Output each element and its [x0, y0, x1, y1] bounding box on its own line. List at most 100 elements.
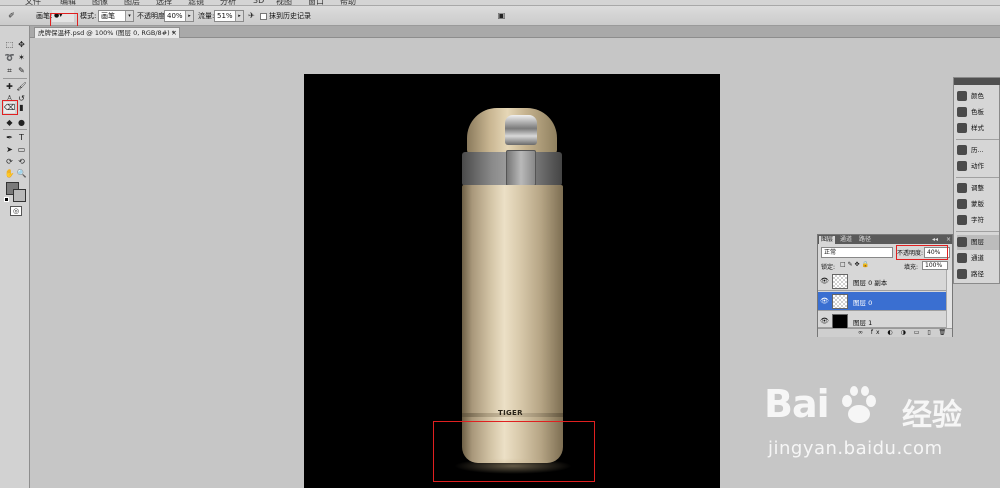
- chevron-down-icon: ▾: [125, 11, 133, 21]
- tab-channels[interactable]: 通道: [838, 236, 854, 244]
- gradient-tool-icon[interactable]: ▮: [16, 102, 27, 113]
- eye-icon[interactable]: 👁: [820, 277, 829, 285]
- default-colors-icon[interactable]: [4, 197, 9, 202]
- dock-item-layers[interactable]: 图层: [957, 235, 999, 250]
- dock-item-label: 色板: [971, 108, 984, 116]
- eraser-tool-preset-icon[interactable]: ✐: [6, 10, 17, 21]
- tool-divider: [3, 78, 27, 79]
- flow-input[interactable]: 51% ▸: [214, 10, 244, 22]
- opacity-input[interactable]: 40% ▸: [164, 10, 194, 22]
- styles-icon: [957, 123, 967, 133]
- marquee-tool-icon[interactable]: ⬚: [4, 39, 15, 50]
- eye-icon[interactable]: 👁: [820, 317, 829, 325]
- watermark-cn-text: 经验: [902, 398, 962, 433]
- dock-divider: [956, 231, 999, 232]
- layers-scrollbar[interactable]: [946, 270, 952, 328]
- dock-item-label: 样式: [971, 124, 984, 132]
- healing-brush-icon[interactable]: ✚: [4, 81, 15, 92]
- tab-paths[interactable]: 路径: [857, 236, 873, 244]
- pen-tool-icon[interactable]: ✒: [4, 132, 15, 143]
- dock-item-label: 动作: [971, 162, 984, 170]
- shape-tool-icon[interactable]: ▭: [16, 144, 27, 155]
- dock-item-swatches[interactable]: 色板: [957, 105, 999, 120]
- dock-item-label: 蒙版: [971, 200, 984, 208]
- bottle-brand-logo: TIGER: [498, 409, 523, 417]
- panel-dock: 颜色 色板 样式 历... 动作 调整 蒙版 字符 图层 通道 路径: [953, 77, 1000, 284]
- bottle-band: [462, 150, 562, 186]
- hand-tool-icon[interactable]: ✋: [4, 168, 15, 179]
- history-label: 抹到历史记录: [269, 12, 311, 20]
- menu-3d[interactable]: 3D: [253, 0, 264, 5]
- collapse-icon[interactable]: ◂◂: [930, 236, 940, 244]
- dock-item-paths[interactable]: 路径: [957, 267, 999, 282]
- chevron-right-icon: ▸: [185, 11, 193, 21]
- document-tab[interactable]: 虎牌保温杯.psd @ 100% (图层 0, RGB/8#) * ×: [34, 27, 180, 38]
- layer-name: 图层 0 副本: [853, 279, 888, 287]
- dock-divider: [956, 139, 999, 140]
- layers-panel: 图层 通道 路径 ◂◂ × 正常 不透明度: 40% 锁定: □ ✎ ✥ 🔒 填…: [817, 234, 953, 337]
- layer-row[interactable]: 👁 图层 0 副本: [818, 272, 946, 291]
- dock-item-adjustments[interactable]: 调整: [957, 181, 999, 196]
- background-color-swatch[interactable]: [13, 189, 26, 202]
- swatches-icon: [957, 107, 967, 117]
- bottle-cap-window: [505, 115, 537, 145]
- history-checkbox[interactable]: [260, 13, 267, 20]
- dock-item-label: 历...: [971, 146, 984, 154]
- layer-name: 图层 1: [853, 319, 873, 327]
- mode-label: 模式:: [80, 12, 97, 20]
- chevron-right-icon: ▸: [235, 11, 243, 21]
- opacity-value: 40%: [167, 12, 183, 20]
- layer-row-selected[interactable]: 👁 图层 0: [818, 292, 946, 311]
- move-tool-icon[interactable]: ✥: [16, 39, 27, 50]
- options-bar: ✐ 画笔: ●▾ 模式: 画笔 ▾ 不透明度: 40% ▸ 流量: 51% ▸ ✈ 抹…: [0, 6, 1000, 32]
- eyedropper-icon[interactable]: ✎: [16, 65, 27, 76]
- tablet-pressure-icon[interactable]: ▣: [496, 10, 507, 21]
- lasso-tool-icon[interactable]: ➰: [4, 52, 15, 63]
- lock-icons[interactable]: □ ✎ ✥ 🔒: [840, 261, 869, 268]
- baidu-paw-icon: [842, 386, 876, 423]
- type-tool-icon[interactable]: T: [16, 132, 27, 143]
- fill-input[interactable]: 100%: [922, 261, 948, 270]
- tab-layers[interactable]: 图层: [819, 236, 836, 244]
- dock-divider: [956, 177, 999, 178]
- airbrush-icon[interactable]: ✈: [246, 10, 257, 21]
- dock-header[interactable]: [954, 78, 1000, 85]
- eye-icon[interactable]: 👁: [820, 297, 829, 305]
- dodge-tool-icon[interactable]: ●: [16, 117, 27, 128]
- close-icon[interactable]: ×: [171, 28, 177, 38]
- color-icon: [957, 91, 967, 101]
- crop-tool-icon[interactable]: ⌗: [4, 65, 15, 76]
- 3d-rotate-icon[interactable]: ⟳: [4, 156, 15, 167]
- bottle-lock: [506, 150, 536, 186]
- blend-mode-value: 正常: [824, 249, 837, 256]
- close-icon[interactable]: ×: [944, 236, 953, 244]
- dock-item-masks[interactable]: 蒙版: [957, 197, 999, 212]
- dock-item-history[interactable]: 历...: [957, 143, 999, 158]
- layer-row[interactable]: 👁 图层 1: [818, 312, 946, 329]
- dock-item-actions[interactable]: 动作: [957, 159, 999, 174]
- quick-mask-icon[interactable]: ◎: [10, 206, 22, 216]
- flow-label: 流量:: [198, 12, 215, 20]
- blur-tool-icon[interactable]: ◆: [4, 117, 15, 128]
- zoom-tool-icon[interactable]: 🔍: [16, 168, 27, 179]
- opacity-label: 不透明度:: [137, 12, 168, 20]
- channels-icon: [957, 253, 967, 263]
- brush-tool-icon[interactable]: 🖌: [16, 81, 27, 92]
- bottle-cap: [467, 108, 557, 154]
- dock-item-character[interactable]: 字符: [957, 213, 999, 228]
- layer-thumbnail: [832, 314, 848, 329]
- dock-item-label: 调整: [971, 184, 984, 192]
- layers-footer-toolbar: ∞ fx ◐ ◑ ▭ ▯ 🗑: [818, 328, 952, 337]
- dock-item-channels[interactable]: 通道: [957, 251, 999, 266]
- layer-actions-icons[interactable]: ∞ fx ◐ ◑ ▭ ▯ 🗑: [858, 329, 949, 336]
- dock-item-color[interactable]: 颜色: [957, 89, 999, 104]
- document-title: 虎牌保温杯.psd @ 100% (图层 0, RGB/8#) *: [38, 29, 175, 37]
- blend-mode-select[interactable]: 正常: [821, 247, 893, 258]
- magic-wand-icon[interactable]: ✶: [16, 52, 27, 63]
- history-icon: [957, 145, 967, 155]
- path-selection-icon[interactable]: ➤: [4, 144, 15, 155]
- 3d-orbit-icon[interactable]: ⟲: [16, 156, 27, 167]
- mode-select[interactable]: 画笔 ▾: [98, 10, 134, 22]
- mode-value: 画笔: [101, 12, 115, 20]
- dock-item-styles[interactable]: 样式: [957, 121, 999, 136]
